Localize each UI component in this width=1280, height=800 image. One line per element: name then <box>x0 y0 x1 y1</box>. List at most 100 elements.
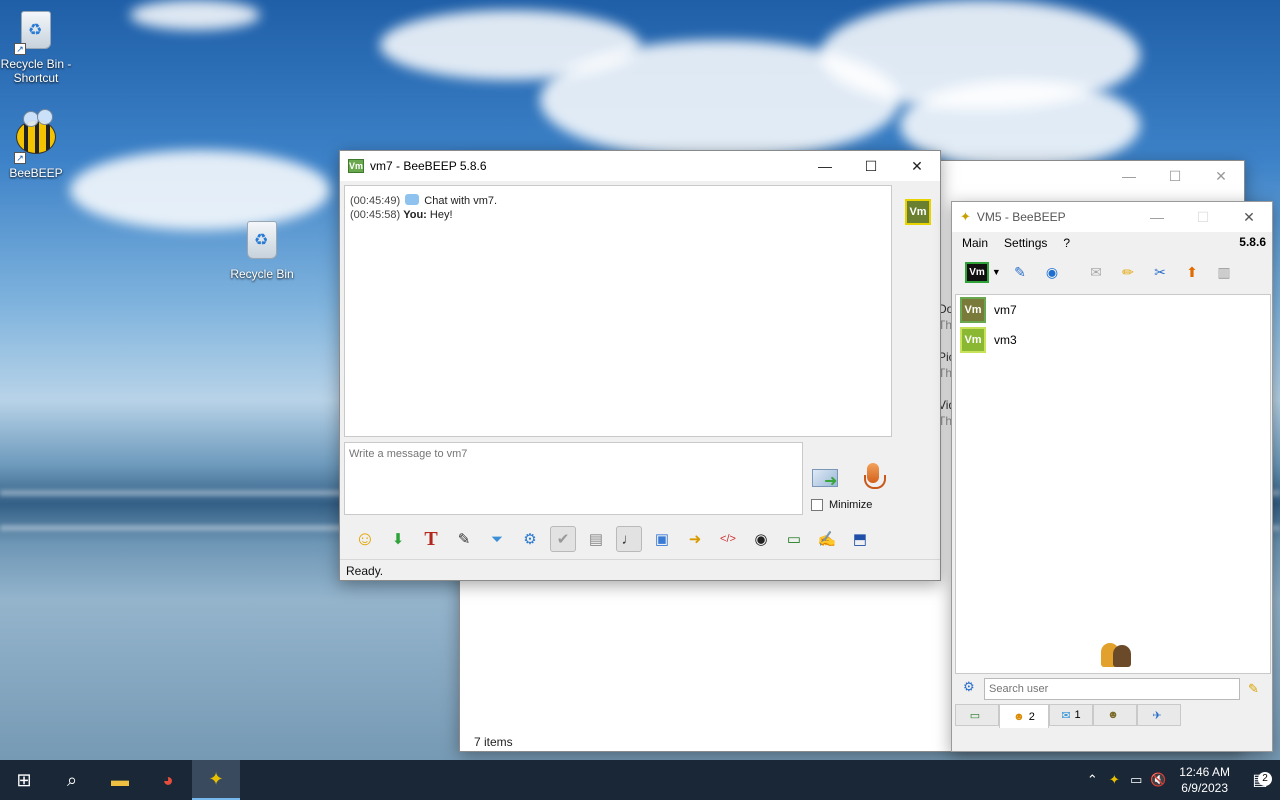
chat-icon: ✉ <box>1061 709 1071 722</box>
detach-chat-icon[interactable]: ▭ <box>781 526 807 552</box>
chevron-up-icon[interactable]: ⌃ <box>1081 772 1103 788</box>
maximize-button[interactable]: ☐ <box>1180 202 1226 232</box>
menu-main[interactable]: Main <box>962 236 988 250</box>
file-explorer-icon[interactable]: ▬ <box>96 760 144 800</box>
beebeep-taskbar-icon[interactable]: ✦ <box>192 760 240 800</box>
desktop-icon-recycle-bin[interactable]: Recycle Bin <box>224 218 300 281</box>
tab-count: 2 <box>1028 710 1035 723</box>
screenshot-icon[interactable]: ◉ <box>748 526 774 552</box>
filter-icon[interactable]: ⏷ <box>484 526 510 552</box>
emoticon-icon[interactable]: ☺ <box>352 526 378 552</box>
save-icon[interactable]: ⬒ <box>847 526 873 552</box>
start-windows-icon[interactable]: ⊞ <box>0 760 48 800</box>
desktop-icon-label: Recycle Bin - Shortcut <box>0 57 72 85</box>
version-label: 5.8.6 <box>1239 235 1266 249</box>
save-chat-icon[interactable]: ▣ <box>649 526 675 552</box>
user-list[interactable]: Vm vm7 Vm vm3 <box>955 294 1271 674</box>
broadcast-icon[interactable]: ✉ <box>1084 260 1108 284</box>
avatar-text: Vm <box>907 201 929 223</box>
checkbox-box[interactable] <box>811 499 823 511</box>
edit-icon[interactable]: ✏ <box>1116 260 1140 284</box>
word-completer-icon[interactable]: ▤ <box>583 526 609 552</box>
microphone-icon[interactable] <box>860 461 886 493</box>
chat-message: (00:45:58) You: Hey! <box>350 208 886 222</box>
users-icon: ☻ <box>1013 710 1025 723</box>
close-button[interactable]: ✕ <box>1198 161 1244 191</box>
my-status-button[interactable]: Vm ▼ <box>965 260 1001 284</box>
close-button[interactable]: ✕ <box>1226 202 1272 232</box>
edit-profile-icon[interactable]: ✎ <box>1008 260 1032 284</box>
chat-window-title: vm7 - BeeBEEP 5.8.6 <box>370 159 487 173</box>
chat-member-avatar[interactable]: Vm <box>905 199 931 225</box>
minimize-button[interactable]: — <box>1106 161 1152 191</box>
send-file-icon[interactable]: ➜ <box>682 526 708 552</box>
minimize-label: Minimize <box>829 499 873 511</box>
menu-help[interactable]: ? <box>1063 236 1070 250</box>
avatar: Vm <box>960 327 986 353</box>
message-input[interactable] <box>344 442 803 515</box>
list-item[interactable]: Vm vm3 <box>956 325 1270 355</box>
system-tray: ⌃ ✦ ▭ 🔇 12:46 AM 6/9/2023 ▤2 <box>1081 760 1280 800</box>
desktop-icon-beebeep[interactable]: ↗ BeeBEEP <box>0 109 74 180</box>
my-avatar: Vm <box>965 261 989 283</box>
tab-file-share[interactable]: ✈ <box>1137 704 1181 726</box>
beebeep-tray-icon[interactable]: ✦ <box>1103 772 1125 788</box>
font-icon[interactable]: T <box>418 526 444 552</box>
html-icon[interactable]: </> <box>715 526 741 552</box>
send-message-icon[interactable] <box>810 463 844 493</box>
close-button[interactable]: ✕ <box>894 151 940 181</box>
beebeep-icon: ✦ <box>960 209 971 224</box>
notification-count: 2 <box>1258 772 1272 786</box>
search-icon[interactable]: ⌕ <box>48 760 96 800</box>
tools-icon[interactable]: ✂ <box>1148 260 1172 284</box>
search-user-input[interactable] <box>984 678 1240 700</box>
clear-icon[interactable]: ▥ <box>1212 260 1236 284</box>
clock[interactable]: 12:46 AM 6/9/2023 <box>1169 764 1240 796</box>
volume-muted-icon[interactable]: 🔇 <box>1147 772 1169 788</box>
desktop-icon-label: Recycle Bin <box>230 267 294 281</box>
search-row: ⚙ ✎ <box>955 676 1271 702</box>
tab-chats[interactable]: ✉ 1 <box>1049 704 1093 726</box>
minimize-button[interactable]: — <box>802 151 848 181</box>
chat-window[interactable]: Vm vm7 - BeeBEEP 5.8.6 — ☐ ✕ (00:45:49) … <box>339 150 941 581</box>
list-item[interactable]: Vm vm7 <box>956 295 1270 325</box>
network-icon[interactable]: ◉ <box>1040 260 1064 284</box>
maximize-button[interactable]: ☐ <box>1152 161 1198 191</box>
notifications-icon[interactable]: ▤2 <box>1240 770 1280 790</box>
desktop-icon-recycle-bin-shortcut[interactable]: ↗ Recycle Bin - Shortcut <box>0 8 74 85</box>
chat-toolbar: ☺ ⬇ T ✎ ⏷ ⚙ ✔ ▤ ♩ ▣ ➜ </> ◉ ▭ ✍ ⬒ <box>344 521 938 557</box>
message-text: Hey! <box>429 209 453 221</box>
message-sender: You: <box>403 209 427 221</box>
tab-users[interactable]: ☻ 2 <box>999 704 1049 728</box>
user-name: vm7 <box>994 303 1017 317</box>
user-name: vm3 <box>994 333 1017 347</box>
tab-monitor[interactable]: ▭ <box>955 704 999 726</box>
sound-icon[interactable]: ♩ <box>616 526 642 552</box>
chat-titlebar: Vm vm7 - BeeBEEP 5.8.6 — ☐ ✕ <box>340 151 940 181</box>
minimize-button[interactable]: — <box>1134 202 1180 232</box>
menu-bar: Main Settings ? 5.8.6 <box>952 232 1272 254</box>
update-icon[interactable]: ⬆ <box>1180 260 1204 284</box>
message-time: (00:45:58) <box>350 209 401 221</box>
users-group-icon <box>1101 643 1133 669</box>
tab-groups[interactable]: ☻ <box>1093 704 1137 726</box>
clear-search-icon[interactable]: ✎ <box>1248 681 1259 697</box>
menu-settings[interactable]: Settings <box>1004 236 1047 250</box>
settings-icon[interactable]: ⚙ <box>517 526 543 552</box>
settings-gear-icon[interactable]: ⚙ <box>963 679 975 695</box>
chat-log[interactable]: (00:45:49) Chat with vm7. (00:45:58) You… <box>344 185 892 437</box>
recycle-bin-icon <box>240 221 284 265</box>
spellcheck-icon[interactable]: ✔ <box>550 526 576 552</box>
download-arrow-icon[interactable]: ⬇ <box>385 526 411 552</box>
font-color-icon[interactable]: ✎ <box>451 526 477 552</box>
item-count: 7 items <box>474 735 513 749</box>
edit-note-icon[interactable]: ✍ <box>814 526 840 552</box>
beebeep-icon: ↗ <box>14 109 58 164</box>
network-icon[interactable]: ▭ <box>1125 772 1147 788</box>
avatar: Vm <box>960 297 986 323</box>
chrome-icon[interactable]: ◕ <box>144 760 192 800</box>
main-toolbar: Vm ▼ ✎ ◉ ✉ ✏ ✂ ⬆ ▥ <box>952 254 1272 290</box>
main-window[interactable]: ✦ VM5 - BeeBEEP — ☐ ✕ Main Settings ? 5.… <box>951 201 1273 752</box>
minimize-checkbox[interactable]: Minimize <box>811 499 872 511</box>
maximize-button[interactable]: ☐ <box>848 151 894 181</box>
